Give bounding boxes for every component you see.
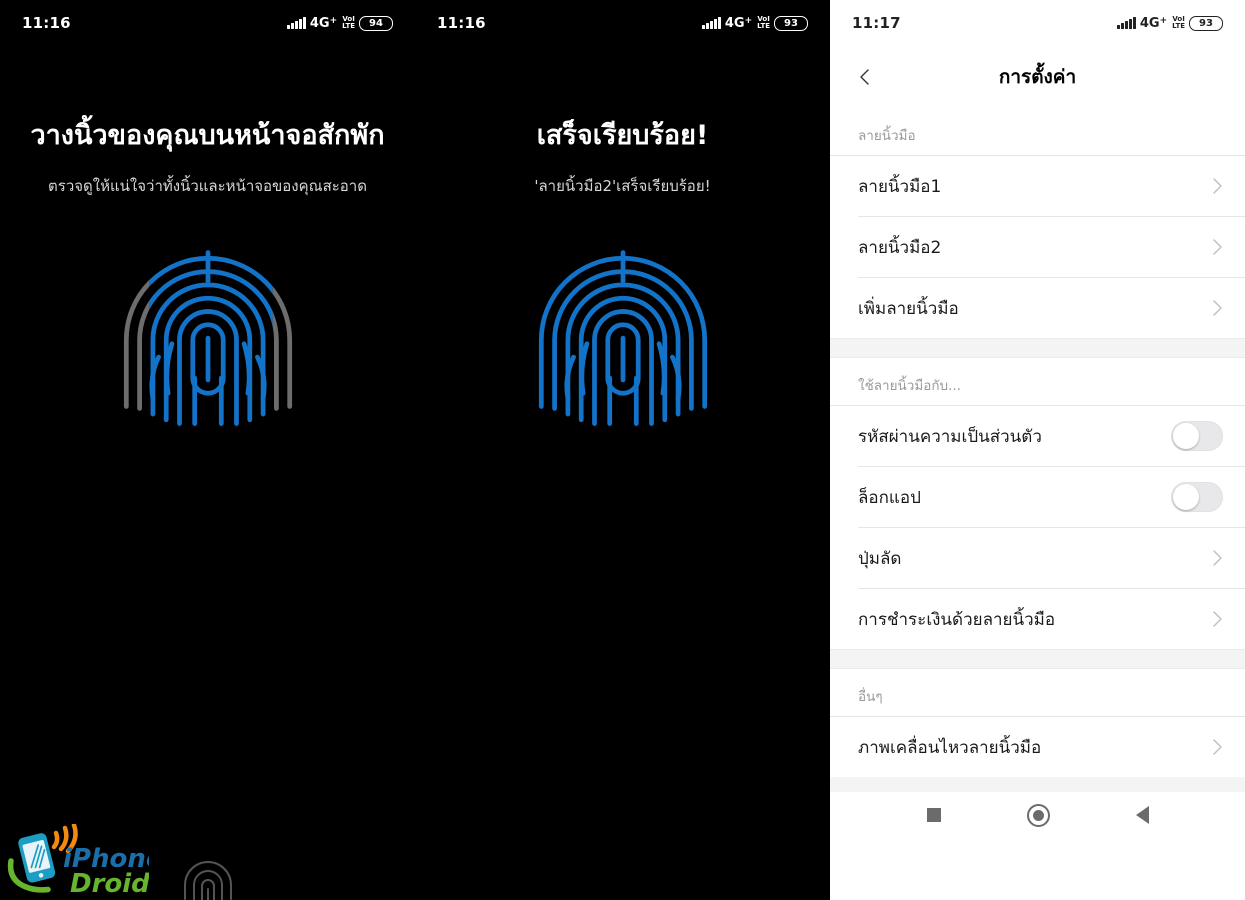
toggle-knob [1173,423,1199,449]
network-plus: + [744,15,753,26]
fingerprint-graphic-complete [415,245,830,435]
square-icon[interactable] [926,808,941,822]
row-label: การชำระเงินด้วยลายนิ้วมือ [858,609,1056,630]
fingerprint-icon [113,245,303,435]
row-label: รหัสผ่านความเป็นส่วนตัว [858,426,1042,447]
settings-row-private-password[interactable]: รหัสผ่านความเป็นส่วนตัว [830,406,1245,466]
screenshot-root: 11:16 4G + VoI LTE 94 วางนิ้วของคุณบนหน้… [0,0,1245,900]
network-type-text: 4G [1139,15,1160,31]
row-label: ลายนิ้วมือ1 [858,176,942,197]
section-gap [830,649,1245,669]
row-label: ลายนิ้วมือ2 [858,237,942,258]
row-accessory [1171,482,1223,512]
page-title: การตั้งค่า [998,66,1077,88]
chevron-right-icon [1212,238,1223,256]
settings-row-fingerprint-2[interactable]: ลายนิ้วมือ2 [830,217,1245,277]
chevron-right-icon [1212,738,1223,756]
chevron-right-icon [1212,610,1223,628]
row-accessory [1212,549,1223,567]
circle-icon[interactable] [1026,803,1050,827]
chevron-right-icon [1212,549,1223,567]
status-bar-icons: 4G + VoI LTE 93 [702,15,808,31]
fingerprint-sensor-indicator-icon[interactable] [179,856,237,900]
network-type-label: 4G + [1139,15,1168,31]
phone-screen-fingerprint-settings: 11:17 4G + VoI LTE 93 การตั้งค่า ลายนิ้ว… [830,0,1245,900]
toggle-knob [1173,484,1199,510]
row-accessory [1171,421,1223,451]
page-subtitle: 'ลายนิ้วมือ2'เสร็จเรียบร้อย! [534,177,711,196]
row-label: เพิ่มลายนิ้วมือ [858,298,959,319]
chevron-right-icon [1212,177,1223,195]
triangle-back-icon[interactable] [1135,806,1149,824]
row-accessory [1212,238,1223,256]
network-plus: + [329,15,338,26]
signal-bars-icon [287,17,306,29]
chevron-right-icon [1212,299,1223,317]
page-subtitle: ตรวจดูให้แน่ใจว่าทั้งนิ้วและหน้าจอของคุณ… [48,177,367,196]
settings-row-app-lock[interactable]: ล็อกแอป [830,467,1245,527]
section-header-others: อื่นๆ [830,669,1245,716]
status-bar: 11:16 4G + VoI LTE 93 [415,0,830,46]
enrollment-footer: เสร็จสิ้น [415,840,830,900]
status-bar-time: 11:16 [22,14,71,32]
status-bar: 11:16 4G + VoI LTE 94 [0,0,415,46]
row-label: ปุ่มลัด [858,548,902,569]
status-bar-time: 11:16 [437,14,486,32]
row-accessory [1212,299,1223,317]
page-title: เสร็จเรียบร้อย! [536,120,709,151]
volte-icon: VoI LTE [757,16,770,30]
settings-row-shortcuts[interactable]: ปุ่มลัด [830,528,1245,588]
settings-row-fingerprint-animation[interactable]: ภาพเคลื่อนไหวลายนิ้วมือ [830,717,1245,777]
fingerprint-icon [528,245,718,435]
volte-bottom: LTE [1172,22,1185,30]
section-header-use-with: ใช้ลายนิ้วมือกับ... [830,358,1245,405]
settings-row-fingerprint-1[interactable]: ลายนิ้วมือ1 [830,156,1245,216]
row-accessory [1212,738,1223,756]
network-type-text: 4G [724,15,745,31]
battery-percent: 93 [774,15,808,31]
enrollment-content: เสร็จเรียบร้อย! 'ลายนิ้วมือ2'เสร็จเรียบร… [415,118,830,900]
status-bar-time: 11:17 [852,14,901,32]
settings-row-add-fingerprint[interactable]: เพิ่มลายนิ้วมือ [830,278,1245,338]
phone-screen-enroll-place-finger: 11:16 4G + VoI LTE 94 วางนิ้วของคุณบนหน้… [0,0,415,900]
network-type-label: 4G + [724,15,753,31]
network-type-text: 4G [309,15,330,31]
row-label: ภาพเคลื่อนไหวลายนิ้วมือ [858,737,1042,758]
row-accessory [1212,177,1223,195]
volte-icon: VoI LTE [1172,16,1185,30]
fingerprint-graphic-partial [0,245,415,435]
page-title: วางนิ้วของคุณบนหน้าจอสักพัก [30,120,385,151]
battery-percent: 93 [1189,15,1223,31]
signal-bars-icon [1117,17,1136,29]
chevron-left-icon [860,69,869,85]
status-bar: 11:17 4G + VoI LTE 93 [830,0,1245,46]
volte-icon: VoI LTE [342,16,355,30]
signal-bars-icon [702,17,721,29]
section-gap [830,338,1245,358]
network-plus: + [1159,15,1168,26]
row-label: ล็อกแอป [858,487,921,508]
status-bar-icons: 4G + VoI LTE 93 [1117,15,1223,31]
enrollment-content: วางนิ้วของคุณบนหน้าจอสักพัก ตรวจดูให้แน่… [0,118,415,900]
empty-area [830,777,1245,792]
network-type-label: 4G + [309,15,338,31]
status-bar-icons: 4G + VoI LTE 94 [287,15,393,31]
settings-body: การตั้งค่า ลายนิ้วมือ ลายนิ้วมือ1 ลายนิ้… [830,46,1245,838]
toggle-private-password[interactable] [1171,421,1223,451]
row-accessory [1212,610,1223,628]
settings-row-fingerprint-payment[interactable]: การชำระเงินด้วยลายนิ้วมือ [830,589,1245,649]
volte-bottom: LTE [757,22,770,30]
section-header-fingerprints: ลายนิ้วมือ [830,108,1245,155]
enrollment-footer: ย้อนกลับ [0,840,415,900]
settings-header: การตั้งค่า [830,46,1245,108]
back-button[interactable] [852,64,878,90]
android-navigation-bar [830,792,1245,838]
volte-bottom: LTE [342,22,355,30]
phone-screen-enroll-complete: 11:16 4G + VoI LTE 93 เสร็จเรียบร้อย! 'ล… [415,0,830,900]
battery-percent: 94 [359,15,393,31]
toggle-app-lock[interactable] [1171,482,1223,512]
